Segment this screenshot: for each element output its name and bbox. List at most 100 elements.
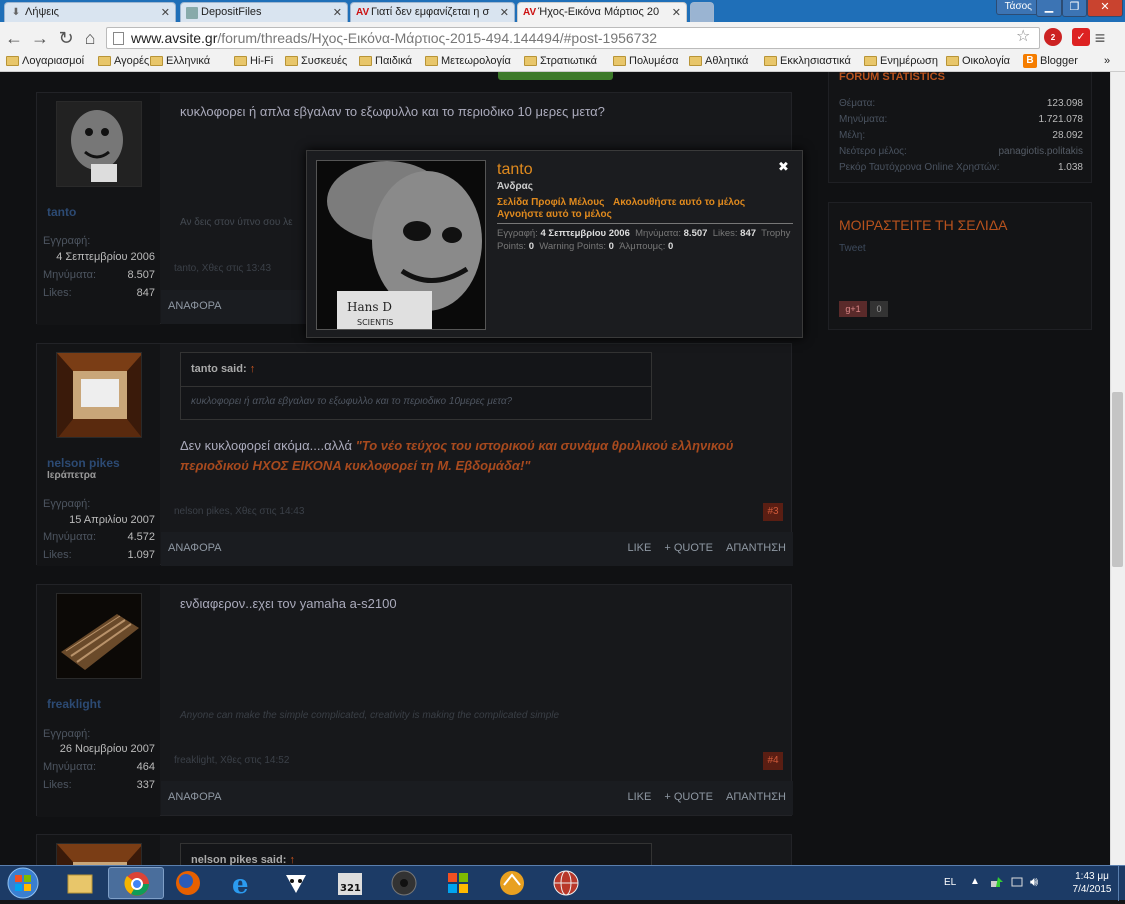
- show-desktop-button[interactable]: [1118, 866, 1125, 901]
- post-meta[interactable]: nelson pikes, Χθες στις 14:43: [174, 506, 304, 517]
- extension-icon[interactable]: 2: [1044, 28, 1062, 46]
- messages-count: 4.572: [127, 531, 155, 543]
- winamp-icon[interactable]: [484, 867, 540, 899]
- green-button-edge[interactable]: [498, 72, 613, 80]
- close-tab-icon[interactable]: ✕: [333, 6, 342, 19]
- bookmark-folder[interactable]: Συσκευές: [283, 55, 347, 67]
- profile-link[interactable]: Σελίδα Προφίλ Μέλους: [497, 197, 604, 208]
- bookmark-folder[interactable]: Ενημέρωση: [862, 55, 938, 67]
- language-indicator[interactable]: EL: [944, 877, 956, 888]
- reload-icon[interactable]: ↻: [56, 28, 76, 48]
- globe-icon[interactable]: [538, 867, 594, 899]
- post-number[interactable]: #4: [763, 752, 783, 770]
- quote-button[interactable]: + QUOTE: [664, 542, 713, 554]
- media-player-classic-icon[interactable]: 321: [322, 867, 378, 899]
- bookmark-star-icon[interactable]: ☆: [1016, 26, 1030, 46]
- avatar[interactable]: [56, 593, 142, 679]
- tray-expand-icon[interactable]: ▲: [970, 876, 980, 887]
- firefox-icon[interactable]: [160, 867, 216, 899]
- av-logo-icon: AV: [356, 7, 370, 18]
- tab-why-not-shown[interactable]: AV Γιατί δεν εμφανίζεται η σ ✕: [350, 2, 515, 22]
- messages-label: Μηνύματα:: [43, 761, 97, 773]
- explorer-icon[interactable]: [52, 867, 108, 899]
- volume-icon[interactable]: 🔊︎: [1030, 874, 1038, 890]
- join-label: Εγγραφή:: [43, 728, 91, 740]
- forum-statistics: FORUM STATISTICS Θέματα: 123.098 Μηνύματα…: [828, 72, 1092, 183]
- report-button[interactable]: ΑΝΑΦΟΡΑ: [168, 791, 222, 803]
- bookmark-folder[interactable]: Αθλητικά: [687, 55, 748, 67]
- ie-icon[interactable]: e: [214, 867, 270, 900]
- gplus-button[interactable]: g+1: [839, 301, 867, 317]
- user-title: Ιεράπετρα: [47, 470, 97, 481]
- maximize-button[interactable]: ❐: [1062, 0, 1087, 17]
- bookmark-folder[interactable]: Παιδικά: [357, 55, 412, 67]
- likes-count: 847: [136, 287, 155, 299]
- back-icon[interactable]: ←: [4, 28, 24, 48]
- username[interactable]: freaklight: [47, 697, 101, 711]
- scrollbar-thumb[interactable]: [1112, 392, 1123, 567]
- windows-flag-icon[interactable]: [430, 867, 486, 899]
- username[interactable]: tanto: [47, 205, 76, 219]
- bookmark-folder[interactable]: Λογαριασμοί: [4, 55, 84, 67]
- close-window-button[interactable]: ✕: [1087, 0, 1123, 17]
- action-center-icon[interactable]: [1010, 875, 1024, 889]
- bookmark-folder[interactable]: Πολυμέσα: [611, 55, 679, 67]
- home-icon[interactable]: ⌂: [80, 28, 100, 48]
- likes-label: Likes:: [43, 287, 72, 299]
- tweet-button[interactable]: Tweet: [839, 243, 866, 254]
- start-button[interactable]: [3, 866, 43, 901]
- bookmark-folder[interactable]: Αγορές: [96, 55, 149, 67]
- bookmark-folder[interactable]: Οικολογία: [944, 55, 1010, 67]
- bookmark-folder[interactable]: Στρατιωτικά: [522, 55, 597, 67]
- menu-icon[interactable]: ≡: [1090, 28, 1110, 48]
- clock[interactable]: 1:43 μμ 7/4/2015: [1066, 870, 1118, 896]
- member-photo[interactable]: Hans D SCIENTIS: [316, 160, 486, 330]
- quote-author: tanto said: ↑: [181, 353, 651, 387]
- report-button[interactable]: ΑΝΑΦΟΡΑ: [168, 542, 222, 554]
- quote-jump-arrow-icon[interactable]: ↑: [250, 363, 256, 375]
- post-meta[interactable]: freaklight, Χθες στις 14:52: [174, 755, 289, 766]
- report-button[interactable]: ΑΝΑΦΟΡΑ: [168, 300, 222, 312]
- quote-button[interactable]: + QUOTE: [664, 791, 713, 803]
- like-button[interactable]: LIKE: [627, 542, 651, 554]
- address-bar[interactable]: www.avsite.gr/forum/threads/Ηχος-Εικόνα-…: [106, 27, 1040, 49]
- signature: Anyone can make the simple complicated, …: [180, 710, 560, 721]
- tab-depositfiles[interactable]: DepositFiles ✕: [180, 2, 348, 22]
- bookmark-blogger[interactable]: B Blogger: [1022, 54, 1078, 68]
- ignore-link[interactable]: Αγνοήστε αυτό το μέλος: [497, 209, 612, 220]
- follow-link[interactable]: Ακολουθήστε αυτό το μέλος: [613, 197, 745, 208]
- post-number[interactable]: #3: [763, 503, 783, 521]
- tab-current-thread[interactable]: AV Ήχος-Εικόνα Μάρτιος 20 ✕: [517, 2, 687, 22]
- speaker-icon[interactable]: [376, 867, 432, 899]
- member-name[interactable]: tanto: [497, 161, 533, 179]
- avatar[interactable]: [56, 843, 142, 865]
- pocket-extension-icon[interactable]: ✓: [1072, 28, 1090, 46]
- forward-icon[interactable]: →: [30, 28, 50, 48]
- bookmark-folder[interactable]: Μετεωρολογία: [423, 55, 511, 67]
- tab-downloads[interactable]: ⬇ Λήψεις ✕: [4, 2, 176, 22]
- post-meta[interactable]: tanto, Χθες στις 13:43: [174, 263, 271, 274]
- bookmark-folder[interactable]: Εκκλησιαστικά: [762, 55, 851, 67]
- chrome-icon[interactable]: [108, 867, 164, 899]
- minimize-button[interactable]: ▁: [1036, 0, 1062, 17]
- more-bookmarks-button[interactable]: »: [1100, 55, 1110, 67]
- like-button[interactable]: LIKE: [627, 791, 651, 803]
- close-icon[interactable]: ✖: [778, 159, 789, 175]
- network-icon[interactable]: [990, 875, 1004, 889]
- quote-box: nelson pikes said: ↑: [180, 843, 652, 865]
- reply-button[interactable]: ΑΠΑΝΤΗΣΗ: [726, 791, 786, 803]
- reply-button[interactable]: ΑΠΑΝΤΗΣΗ: [726, 542, 786, 554]
- profile-button[interactable]: Τάσος: [995, 0, 1041, 15]
- username[interactable]: nelson pikes: [47, 456, 120, 470]
- bookmark-folder[interactable]: Hi-Fi: [232, 55, 273, 67]
- close-tab-icon[interactable]: ✕: [161, 6, 170, 19]
- post-action-links: LIKE + QUOTE ΑΠΑΝΤΗΣΗ: [617, 791, 786, 803]
- avatar[interactable]: [56, 352, 142, 438]
- close-tab-icon[interactable]: ✕: [500, 6, 509, 19]
- quote-jump-arrow-icon[interactable]: ↑: [289, 854, 295, 865]
- close-tab-icon[interactable]: ✕: [672, 6, 681, 19]
- new-tab-button[interactable]: [690, 2, 714, 22]
- avatar[interactable]: [56, 101, 142, 187]
- alien-app-icon[interactable]: [268, 867, 324, 899]
- bookmark-folder[interactable]: Ελληνικά: [148, 55, 210, 67]
